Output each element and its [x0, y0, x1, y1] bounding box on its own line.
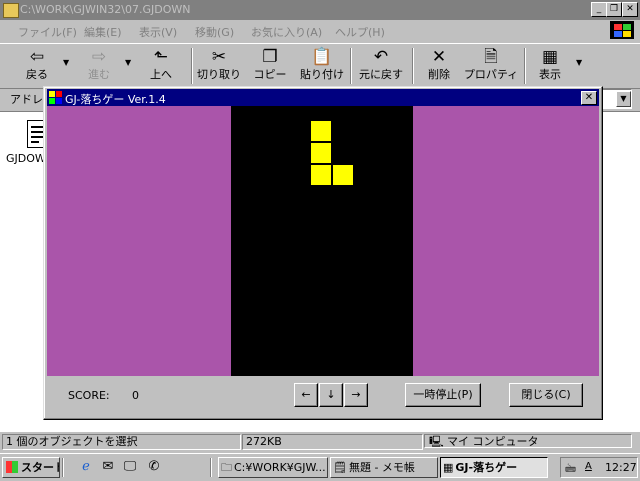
undo-icon: ↶: [373, 47, 389, 67]
pause-button[interactable]: 一時停止(P): [405, 383, 481, 407]
piece-block: [310, 164, 332, 186]
paste-button[interactable]: 📋 貼り付け: [298, 46, 346, 86]
status-bar: 1 個のオブジェクトを選択 272KB 🖳 マイ コンピュータ: [0, 432, 640, 452]
undo-button[interactable]: ↶ 元に戻す: [355, 46, 407, 86]
status-selection: 1 個のオブジェクトを選択: [2, 434, 241, 450]
game-window: GJ-落ちゲー Ver.1.4 ✕ SCORE: 0 ← ↓ → 一時停止(P)…: [43, 86, 603, 420]
delete-button[interactable]: ✕ 削除: [418, 46, 460, 86]
toolbar-separator: [191, 48, 193, 84]
clock: 12:27: [605, 461, 637, 474]
move-down-button[interactable]: ↓: [319, 383, 343, 407]
toolbar-separator: [524, 48, 526, 84]
taskbar-separator: [210, 458, 212, 477]
taskbar-notepad[interactable]: 🗒 無題 - メモ帳: [330, 457, 438, 478]
windows-logo-icon: [610, 21, 634, 39]
delete-x-icon: ✕: [431, 47, 447, 67]
piece-block: [332, 164, 354, 186]
internet-explorer-icon[interactable]: ℯ: [78, 459, 94, 475]
move-right-button[interactable]: →: [344, 383, 368, 407]
file-label[interactable]: GJDOW: [6, 152, 46, 165]
taskbar-separator: [62, 458, 64, 477]
explorer-title: C:\WORK\GJWIN32\07.GJDOWN: [20, 3, 191, 16]
menu-bar: ファイル(F) 編集(E) 表示(V) 移動(G) お気に入り(A) ヘルプ(H…: [0, 20, 640, 42]
piece-block: [310, 142, 332, 164]
properties-button[interactable]: 🗎 プロパティ: [462, 46, 520, 86]
copy-icon: ❐: [262, 47, 278, 67]
maximize-button[interactable]: ❐: [606, 2, 622, 17]
game-icon: ▦: [443, 461, 454, 474]
cut-button[interactable]: ✂ 切り取り: [196, 46, 242, 86]
menu-favorites[interactable]: お気に入り(A): [251, 24, 322, 40]
system-tray: 🖮 A 12:27: [560, 457, 638, 478]
status-size: 272KB: [242, 434, 423, 450]
folder-icon: [3, 3, 19, 18]
status-location: 🖳 マイ コンピュータ: [424, 434, 632, 448]
start-button[interactable]: スタート: [2, 457, 60, 478]
close-game-button[interactable]: 閉じる(C): [509, 383, 583, 407]
explorer-close-button[interactable]: ✕: [622, 2, 638, 17]
notepad-icon: 🗒: [333, 461, 347, 474]
ime-icon[interactable]: 🖮: [565, 460, 576, 479]
view-dropdown-icon[interactable]: ▼: [576, 58, 582, 67]
taskbar: スタート ℯ ✉ 🖵 ✆ 🗀C:¥WORK¥GJW... 🗒無題 - メモ帳 ▦…: [0, 453, 640, 481]
menu-go[interactable]: 移動(G): [195, 24, 234, 40]
menu-edit[interactable]: 編集(E): [84, 24, 122, 40]
menu-file[interactable]: ファイル(F): [18, 24, 77, 40]
channels-icon[interactable]: ✆: [146, 459, 162, 475]
view-grid-icon: ▦: [541, 47, 559, 67]
scissors-icon: ✂: [211, 47, 227, 67]
game-close-icon[interactable]: ✕: [581, 91, 597, 105]
game-title-bar[interactable]: GJ-落ちゲー Ver.1.4 ✕: [47, 89, 599, 106]
outlook-express-icon[interactable]: ✉: [100, 459, 116, 475]
up-folder-icon: ⬑: [153, 47, 169, 67]
clipboard-icon: 📋: [311, 47, 333, 67]
minimize-button[interactable]: _: [591, 2, 607, 17]
score-label: SCORE:: [68, 389, 110, 402]
taskbar-game[interactable]: ▦ GJ-落ちゲー: [440, 457, 548, 478]
toolbar-separator: [412, 48, 414, 84]
menu-help[interactable]: ヘルプ(H): [335, 24, 385, 40]
game-well: [231, 106, 413, 376]
score-value: 0: [132, 389, 139, 402]
toolbar-separator: [350, 48, 352, 84]
forward-button[interactable]: ⇨ 進む: [76, 46, 122, 86]
copy-button[interactable]: ❐ コピー: [248, 46, 292, 86]
game-title: GJ-落ちゲー Ver.1.4: [65, 93, 166, 106]
back-dropdown-icon[interactable]: ▼: [63, 58, 69, 67]
forward-arrow-icon: ⇨: [91, 47, 107, 67]
windows-flag-icon: [6, 461, 18, 473]
move-left-button[interactable]: ←: [294, 383, 318, 407]
up-button[interactable]: ⬑ 上へ: [138, 46, 184, 86]
view-button[interactable]: ▦ 表示: [530, 46, 570, 86]
desktop-icon[interactable]: 🖵: [122, 459, 138, 475]
forward-dropdown-icon[interactable]: ▼: [125, 58, 131, 67]
status-location-label: マイ コンピュータ: [447, 435, 539, 448]
folder-icon: 🗀: [221, 461, 232, 474]
explorer-title-bar[interactable]: C:\WORK\GJWIN32\07.GJDOWN _ ❐ ✕: [0, 0, 640, 20]
toolbar: ⇦ 戻る ▼ ⇨ 進む ▼ ⬑ 上へ ✂ 切り取り ❐ コピー 📋 貼り付け ↶…: [0, 43, 640, 89]
piece-block: [310, 120, 332, 142]
computer-icon: 🖳: [429, 435, 444, 448]
game-icon: [49, 91, 62, 104]
address-dropdown-icon[interactable]: ▼: [616, 91, 631, 107]
properties-icon: 🗎: [484, 47, 498, 67]
taskbar-explorer[interactable]: 🗀 C:¥WORK¥GJW...: [218, 457, 328, 478]
menu-view[interactable]: 表示(V): [139, 24, 177, 40]
back-arrow-icon: ⇦: [29, 47, 45, 67]
ime-mode[interactable]: A: [585, 461, 592, 472]
back-button[interactable]: ⇦ 戻る: [14, 46, 60, 86]
